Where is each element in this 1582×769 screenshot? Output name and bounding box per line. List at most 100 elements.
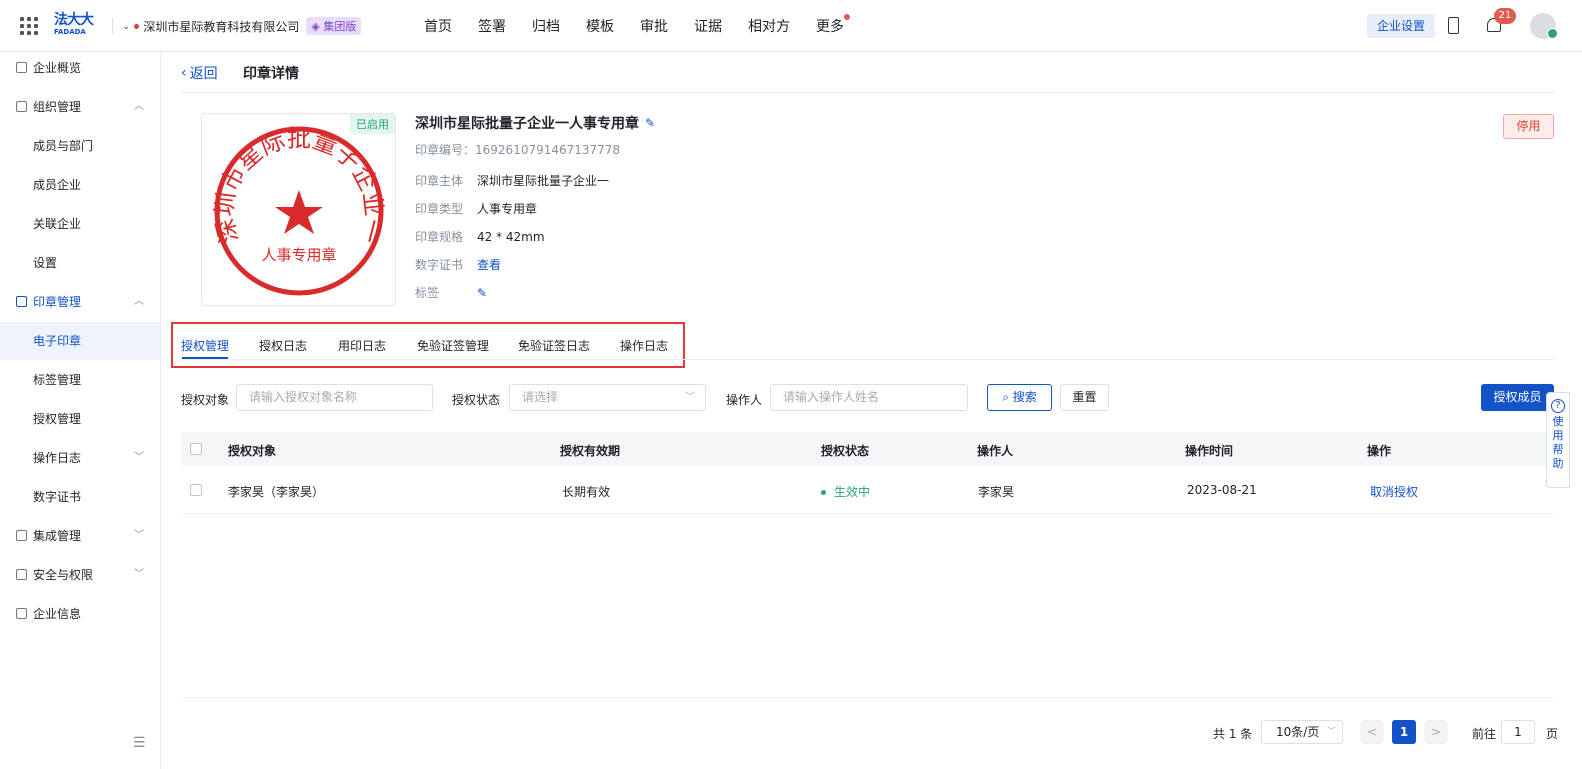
- sidebar-item-label: 安全与权限: [33, 568, 94, 582]
- shield-icon: [16, 569, 27, 580]
- mobile-icon[interactable]: [1448, 17, 1459, 34]
- disable-seal-button[interactable]: 停用: [1503, 114, 1554, 139]
- seal-spec-label: 印章规格: [415, 230, 464, 244]
- select-all-checkbox[interactable]: [190, 443, 202, 455]
- prev-page-button[interactable]: <: [1360, 720, 1384, 744]
- stamp-icon: [16, 296, 27, 307]
- table-row: 李家昊（李家昊） 长期有效 生效中 李家昊 2023-08-21 取消授权: [181, 466, 1555, 514]
- seal-spec-row: 印章规格 42 * 42mm: [415, 228, 545, 245]
- pagination-total: 共 1 条: [1213, 727, 1253, 741]
- row-checkbox[interactable]: [190, 484, 202, 496]
- sidebar-item-org-settings[interactable]: 设置: [0, 244, 160, 282]
- seal-type-label: 印章类型: [415, 202, 464, 216]
- logo-main: 法大大: [54, 12, 94, 28]
- next-page-button[interactable]: >: [1424, 720, 1448, 744]
- back-button[interactable]: ‹ 返回: [181, 63, 218, 83]
- org-icon: [16, 101, 27, 112]
- seal-type-row: 印章类型 人事专用章: [415, 200, 537, 217]
- column-header: 操作时间: [1185, 444, 1234, 458]
- sidebar-item-label: 印章管理: [33, 295, 82, 309]
- tab-operation-log[interactable]: 操作日志: [620, 337, 668, 354]
- operator-filter: [770, 384, 968, 411]
- sidebar-item-org[interactable]: 组织管理 ︿: [0, 88, 160, 126]
- sidebar-item-members[interactable]: 成员与部门: [0, 127, 160, 165]
- sidebar-item-company-info[interactable]: 企业信息: [0, 595, 160, 633]
- status-select-placeholder: 请选择: [522, 390, 559, 404]
- seal-type-value: 人事专用章: [477, 202, 538, 216]
- collapse-sidebar-icon[interactable]: ☰: [133, 735, 146, 751]
- sidebar-item-digital-cert[interactable]: 数字证书: [0, 478, 160, 516]
- seal-info: 深圳市星际批量子企业一人事专用章 ✎ 印章编号：1692610791467137…: [415, 113, 655, 300]
- cell-operator: 李家昊: [978, 485, 1015, 499]
- main-nav: 首页 签署 归档 模板 审批 证据 相对方 更多: [424, 14, 850, 36]
- edit-icon[interactable]: ✎: [645, 116, 655, 130]
- edition-badge: ◈ 集团版: [306, 17, 362, 35]
- pagination-divider: [181, 697, 1555, 698]
- nav-template[interactable]: 模板: [586, 16, 614, 36]
- sidebar-item-security[interactable]: 安全与权限 ﹀: [0, 556, 160, 594]
- fadada-logo[interactable]: 法大大 FADADA: [54, 13, 98, 41]
- edition-label: 集团版: [323, 20, 357, 33]
- reset-button[interactable]: 重置: [1060, 384, 1109, 411]
- nav-home[interactable]: 首页: [424, 16, 452, 36]
- enterprise-settings-button[interactable]: 企业设置: [1367, 14, 1436, 38]
- more-badge-dot: [844, 14, 850, 20]
- operator-search-input[interactable]: [783, 390, 949, 404]
- sidebar-item-label: 关联企业: [33, 217, 82, 231]
- sidebar-item-label: 集成管理: [33, 529, 82, 543]
- column-header: 操作: [1367, 444, 1392, 458]
- chevron-down-icon: ⌄: [122, 20, 131, 32]
- cell-time: 2023-08-21: [1187, 483, 1257, 497]
- sidebar-item-related-companies[interactable]: 关联企业: [0, 205, 160, 243]
- tab-authorization[interactable]: 授权管理: [181, 337, 229, 354]
- chevron-down-icon: ﹀: [1326, 727, 1336, 737]
- nav-archive[interactable]: 归档: [532, 16, 560, 36]
- sidebar-item-seal-management[interactable]: 印章管理 ︿: [0, 283, 160, 321]
- sidebar-item-overview[interactable]: 企业概览: [0, 49, 160, 87]
- nav-evidence[interactable]: 证据: [694, 16, 722, 36]
- sidebar-item-integration[interactable]: 集成管理 ﹀: [0, 517, 160, 555]
- cell-validity: 长期有效: [562, 485, 611, 499]
- target-search-input[interactable]: [249, 390, 414, 404]
- page-size-select[interactable]: 10条/页 ﹀: [1261, 720, 1343, 744]
- seal-tags-label: 标签: [415, 286, 440, 300]
- tab-auth-log[interactable]: 授权日志: [259, 337, 307, 354]
- authorize-members-button[interactable]: 授权成员: [1481, 384, 1554, 411]
- company-switcher[interactable]: ⌄ 深圳市星际教育科技有限公司 ◈ 集团版: [122, 17, 362, 35]
- target-filter: [236, 384, 433, 411]
- seal-cert-row: 数字证书 查看: [415, 256, 501, 273]
- seal-star-icon: [275, 190, 323, 234]
- sidebar-item-tag-management[interactable]: 标签管理: [0, 361, 160, 399]
- question-icon: ?: [1551, 399, 1565, 413]
- sidebar-item-label: 企业概览: [33, 61, 82, 75]
- nav-more[interactable]: 更多: [816, 14, 850, 36]
- goto-page-input[interactable]: 1: [1501, 720, 1535, 744]
- sidebar-item-member-companies[interactable]: 成员企业: [0, 166, 160, 204]
- nav-sign[interactable]: 签署: [478, 16, 506, 36]
- app-grid-icon[interactable]: [20, 17, 38, 35]
- sidebar-item-authorization[interactable]: 授权管理: [0, 400, 160, 438]
- tab-usage-log[interactable]: 用印日志: [338, 337, 386, 354]
- revoke-authorization-link[interactable]: 取消授权: [1370, 483, 1418, 500]
- nav-approval[interactable]: 审批: [640, 16, 668, 36]
- search-button-label: 搜索: [1012, 390, 1037, 404]
- tab-no-verify-log[interactable]: 免验证签日志: [518, 337, 590, 354]
- page-button-current[interactable]: 1: [1392, 720, 1416, 744]
- chevron-left-icon: ‹: [181, 65, 187, 81]
- detail-tabs: 授权管理 授权日志 用印日志 免验证签管理 免验证签日志 操作日志: [171, 322, 685, 368]
- seal-preview: 已启用 深圳市星际批量子企业一 人事专用章: [201, 113, 396, 306]
- sidebar-item-electronic-seal[interactable]: 电子印章: [0, 322, 160, 360]
- seal-owner-value: 深圳市星际批量子企业一: [477, 174, 610, 188]
- edit-tags-icon[interactable]: ✎: [477, 286, 487, 300]
- seal-owner-label: 印章主体: [415, 174, 464, 188]
- seal-spec-value: 42 * 42mm: [477, 230, 545, 244]
- tab-no-verify-management[interactable]: 免验证签管理: [417, 337, 489, 354]
- search-button[interactable]: ⌕ 搜索: [987, 384, 1052, 411]
- nav-counterparty[interactable]: 相对方: [748, 16, 790, 36]
- status-select[interactable]: 请选择 ﹀: [509, 384, 706, 411]
- help-widget[interactable]: ? 使用帮助: [1546, 392, 1570, 488]
- seal-title-row: 深圳市星际批量子企业一人事专用章 ✎: [415, 113, 655, 133]
- sidebar-item-operation-log[interactable]: 操作日志 ﹀: [0, 439, 160, 477]
- operator-filter-label: 操作人: [726, 393, 763, 407]
- view-cert-link[interactable]: 查看: [477, 258, 501, 272]
